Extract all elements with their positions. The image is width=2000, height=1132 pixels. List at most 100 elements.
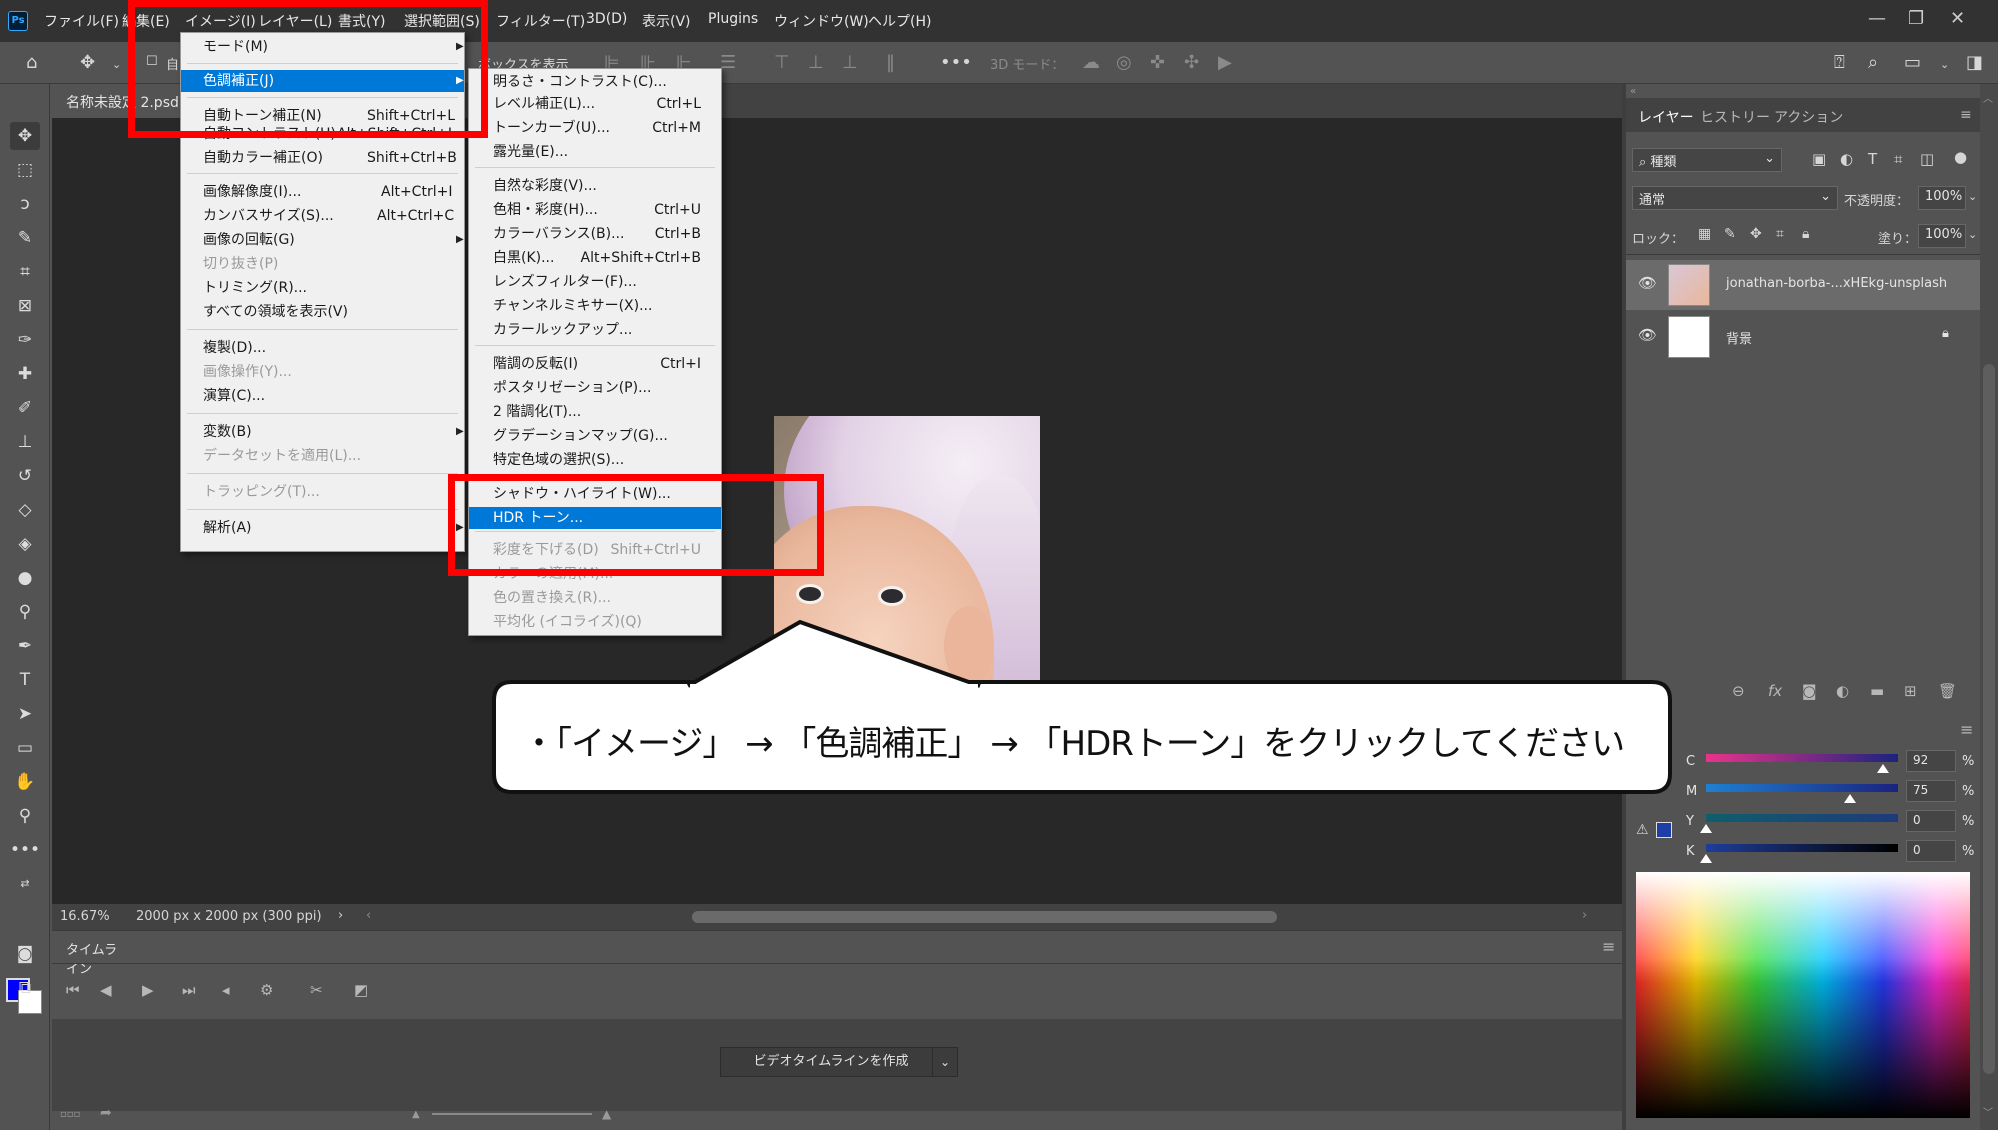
filter-adjustment-icon[interactable]: ◐ (1840, 150, 1853, 168)
adjust-menu-item[interactable]: グラデーションマップ(G)... (469, 425, 721, 447)
tab-history[interactable]: ヒストリー (1700, 107, 1770, 127)
scroll-left-icon[interactable]: ‹ (366, 908, 371, 923)
3d-slide-icon[interactable]: ✣ (1184, 52, 1199, 73)
render-icon[interactable]: ➦ (100, 1105, 112, 1121)
lock-position-icon[interactable]: ✥ (1750, 226, 1762, 242)
quick-mask-icon[interactable]: ◙ (10, 940, 40, 968)
lock-image-icon[interactable]: ✎ (1724, 226, 1736, 242)
marquee-tool[interactable]: ⬚ (10, 156, 40, 184)
black-slider-thumb[interactable] (1700, 854, 1712, 863)
layer-name[interactable]: jonathan-borba-...xHEkg-unsplash (1726, 276, 1947, 291)
healing-brush-tool[interactable]: ✚ (10, 360, 40, 388)
layer-name[interactable]: 背景 (1726, 328, 1752, 347)
visibility-eye-icon[interactable]: 👁︎ (1638, 274, 1657, 292)
pen-tool[interactable]: ✒ (10, 632, 40, 660)
panel-menu-icon[interactable]: ≡ (1960, 107, 1972, 123)
new-group-icon[interactable]: ▬ (1870, 682, 1884, 700)
more-icon[interactable]: ••• (940, 52, 972, 73)
menu-item-calculations[interactable]: 演算(C)... (181, 385, 464, 407)
lock-all-icon[interactable]: 🔒︎ (1802, 226, 1809, 242)
status-expand-icon[interactable]: › (338, 908, 343, 923)
adjust-menu-item[interactable]: チャンネルミキサー(X)... (469, 295, 721, 317)
cyan-slider-thumb[interactable] (1876, 764, 1889, 773)
swap-colors-icon[interactable]: ⇄ (10, 870, 40, 898)
quick-select-tool[interactable]: ✎ (10, 224, 40, 252)
adjustment-layer-icon[interactable]: ◐ (1836, 682, 1849, 700)
next-frame-icon[interactable]: ⏭ (182, 981, 196, 999)
link-layers-icon[interactable]: ⊖ (1732, 682, 1745, 700)
black-slider[interactable] (1706, 844, 1898, 852)
audio-icon[interactable]: ◂ (222, 981, 230, 999)
visibility-eye-icon[interactable]: 👁︎ (1638, 326, 1657, 344)
filter-type-icon[interactable]: T (1868, 150, 1877, 168)
menu-view[interactable]: 表示(V) (642, 11, 691, 31)
3d-pan-icon[interactable]: ✜ (1150, 52, 1165, 73)
layer-filter-select[interactable]: ⌕ 種類 ⌄ (1632, 148, 1782, 172)
create-video-timeline-button[interactable]: ビデオタイムラインを作成 (720, 1047, 942, 1077)
color-spectrum[interactable] (1636, 872, 1970, 1118)
move-tool[interactable]: ✥ (10, 122, 40, 150)
adjust-menu-item[interactable]: 自然な彩度(V)... (469, 175, 721, 197)
3d-scale-icon[interactable]: ▶ (1218, 52, 1232, 73)
clone-stamp-tool[interactable]: ⊥ (10, 428, 40, 456)
adjust-menu-item[interactable]: レベル補正(L)... Ctrl+L (469, 93, 721, 115)
scroll-up-icon[interactable]: ︿ (1983, 90, 1993, 105)
eyedropper-tool[interactable]: ✑ (10, 326, 40, 354)
edit-toolbar-icon[interactable]: ••• (10, 836, 40, 864)
eraser-tool[interactable]: ◇ (10, 496, 40, 524)
add-mask-icon[interactable]: ◙ (1802, 682, 1817, 700)
timeline-tab[interactable]: タイムライン (52, 931, 142, 977)
move-tool-icon[interactable]: ✥ (80, 52, 95, 73)
type-tool[interactable]: T (10, 666, 40, 694)
zoom-out-icon[interactable]: ▲ (412, 1109, 420, 1120)
magenta-input[interactable]: 75 (1906, 780, 1956, 802)
search-icon[interactable]: ⌕ (1868, 52, 1878, 73)
frame-animation-icon[interactable]: ▫▫▫ (60, 1109, 80, 1120)
lasso-tool[interactable]: ↄ (10, 190, 40, 218)
filter-shape-icon[interactable]: ⌗ (1894, 150, 1902, 168)
scroll-right-icon[interactable]: › (1582, 908, 1587, 923)
minimize-icon[interactable]: — (1868, 8, 1886, 29)
lock-transparent-icon[interactable]: ▦ (1698, 226, 1711, 242)
chevron-down-icon[interactable]: ⌄ (1968, 190, 1977, 203)
panel-toggle-icon[interactable]: ◨ (1966, 52, 1983, 73)
play-icon[interactable]: ▶ (142, 981, 154, 999)
align-bottom-icon[interactable]: ⊥ (842, 52, 858, 73)
opacity-input[interactable]: 100% (1918, 186, 1966, 210)
3d-roll-icon[interactable]: ◎ (1116, 52, 1132, 73)
blur-tool[interactable]: ● (10, 564, 40, 592)
yellow-slider[interactable] (1706, 814, 1898, 822)
fill-input[interactable]: 100% (1918, 224, 1966, 248)
menu-item-auto-color[interactable]: 自動カラー補正(O) Shift+Ctrl+B (181, 147, 464, 169)
delete-layer-icon[interactable]: 🗑︎ (1938, 682, 1957, 700)
menu-3d[interactable]: 3D(D) (586, 11, 627, 27)
right-panel-scrollbar[interactable]: ︿ ﹀ (1980, 84, 1998, 1130)
first-frame-icon[interactable]: ⏮ (66, 981, 80, 999)
adjust-menu-item[interactable]: 階調の反転(I) Ctrl+I (469, 353, 721, 375)
magenta-slider-thumb[interactable] (1844, 794, 1856, 803)
menu-window[interactable]: ウィンドウ(W) (774, 11, 869, 31)
menu-item-analysis[interactable]: 解析(A) ▶ (181, 517, 464, 539)
path-select-tool[interactable]: ➤ (10, 700, 40, 728)
zoom-level[interactable]: 16.67% (60, 909, 110, 924)
tab-actions[interactable]: アクション (1774, 107, 1843, 127)
filter-pixel-icon[interactable]: ▣ (1812, 150, 1826, 168)
workspace-chevron-icon[interactable]: ⌄ (1940, 58, 1949, 71)
create-timeline-dropdown-icon[interactable]: ⌄ (932, 1047, 958, 1077)
blend-mode-select[interactable]: 通常 ⌄ (1632, 186, 1838, 210)
transition-icon[interactable]: ◩ (354, 981, 368, 999)
frame-tool[interactable]: ⊠ (10, 292, 40, 320)
settings-gear-icon[interactable]: ⚙ (260, 981, 273, 999)
adjust-menu-item[interactable]: 明るさ・コントラスト(C)... (469, 71, 721, 93)
hand-tool[interactable]: ✋ (10, 768, 40, 796)
close-icon[interactable]: ✕ (1950, 8, 1965, 29)
scroll-down-icon[interactable]: ﹀ (1983, 1104, 1993, 1119)
menu-item-canvas-size[interactable]: カンバスサイズ(S)... Alt+Ctrl+C (181, 205, 464, 227)
panel-menu-icon[interactable]: ≡ (1602, 937, 1615, 956)
adjust-menu-item[interactable]: 白黒(K)... Alt+Shift+Ctrl+B (469, 247, 721, 269)
menu-filter[interactable]: フィルター(T) (496, 11, 585, 31)
align-top-icon[interactable]: ⊤ (774, 52, 790, 73)
layer-row-background[interactable]: 👁︎ 背景 🔒︎ (1626, 312, 1980, 362)
adjust-menu-item[interactable]: トーンカーブ(U)... Ctrl+M (469, 117, 721, 139)
brush-tool[interactable]: ✐ (10, 394, 40, 422)
